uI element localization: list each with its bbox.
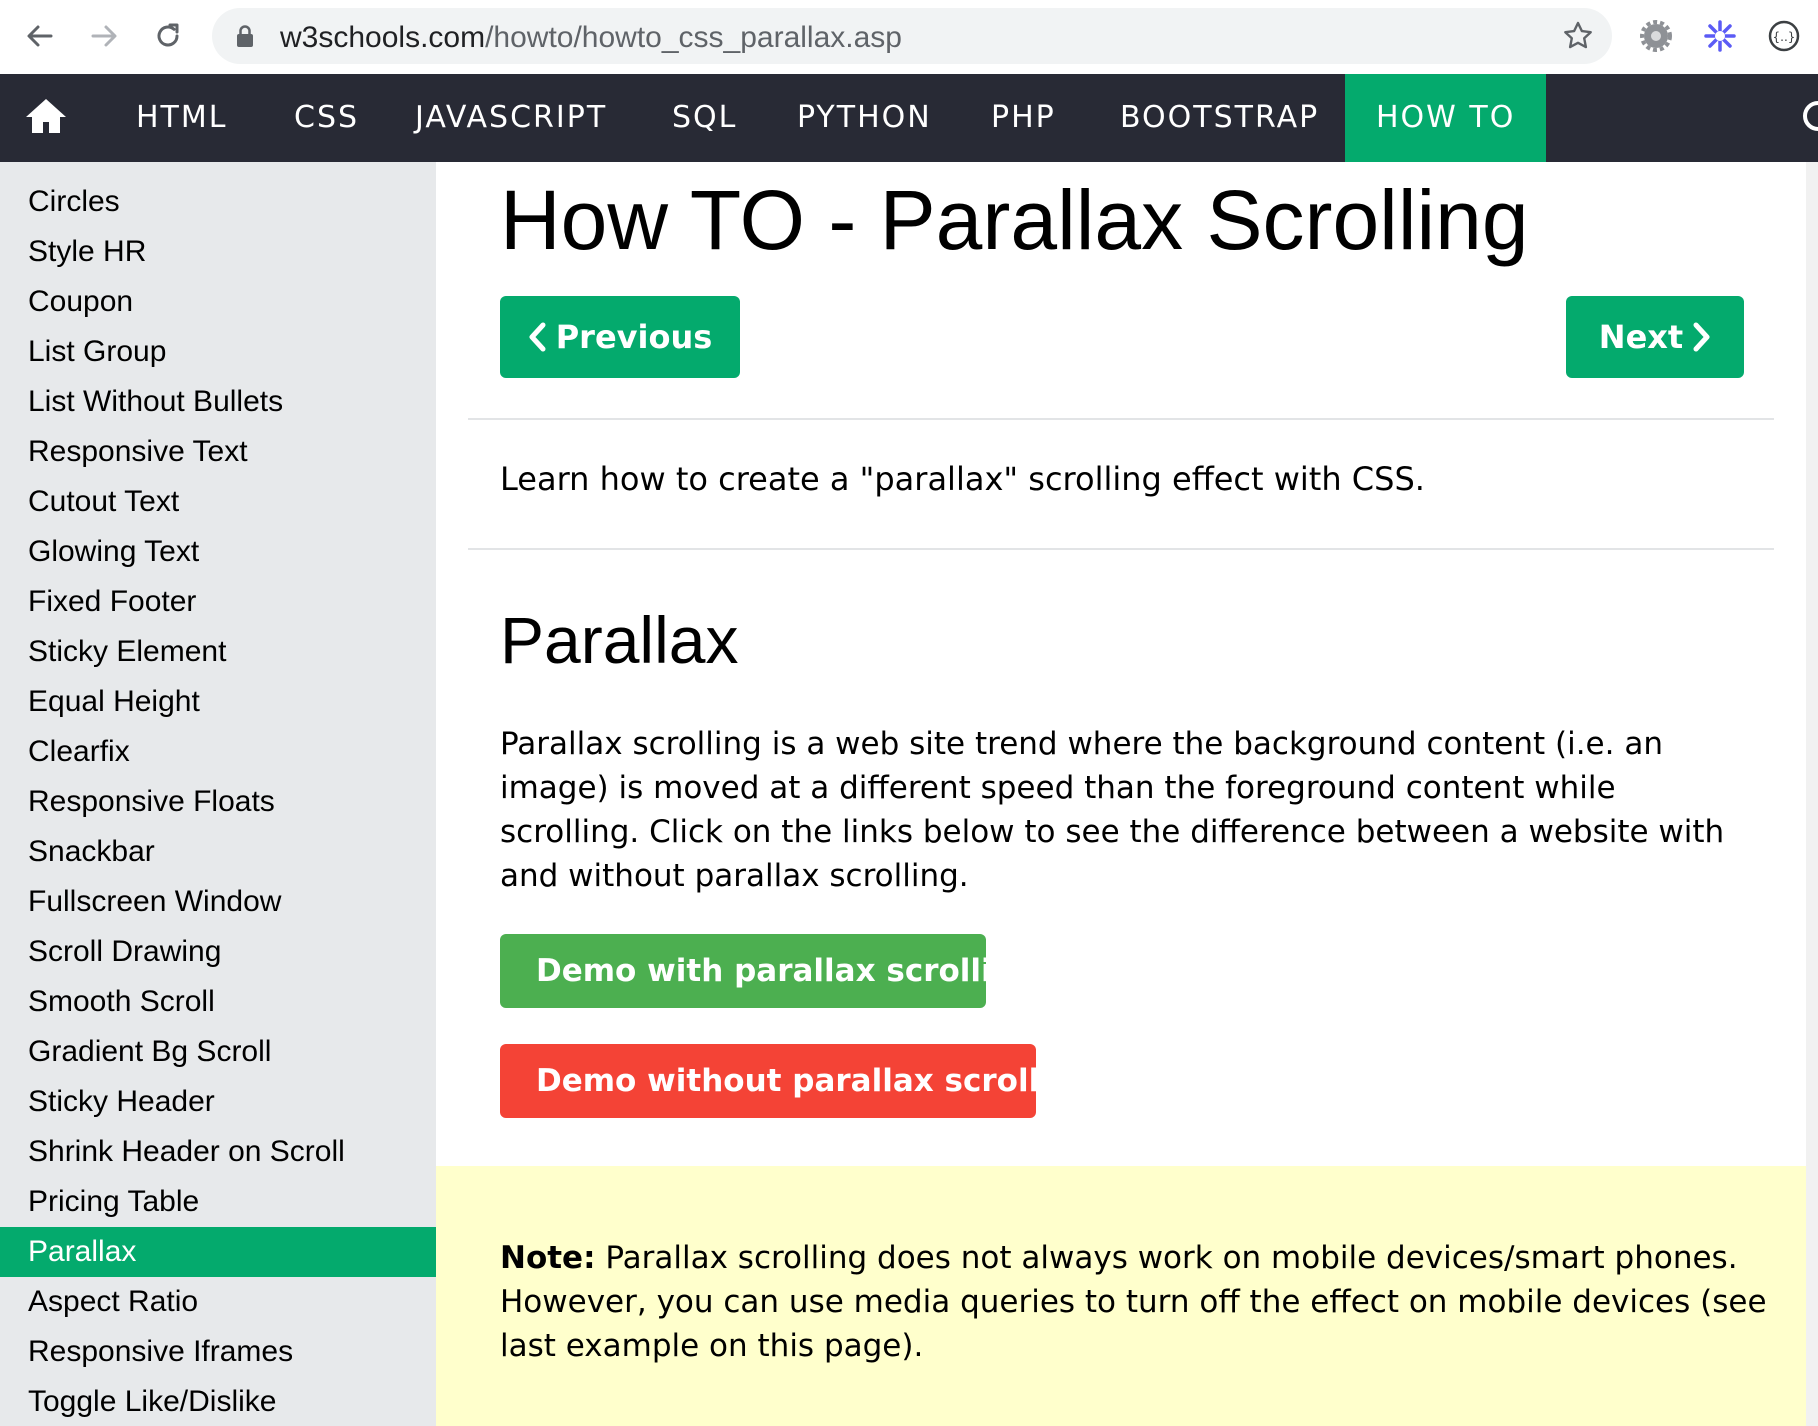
sidebar-item-coupon[interactable]: Coupon [0,277,436,327]
sidebar-item-cutout-text[interactable]: Cutout Text [0,477,436,527]
nav-sql[interactable]: SQL [672,74,737,162]
scrollbar-track[interactable] [1806,162,1818,1426]
sidebar-item-list-group[interactable]: List Group [0,327,436,377]
sidebar-item-equal-height[interactable]: Equal Height [0,677,436,727]
previous-label: Previous [555,318,713,356]
sidebar-item-fullscreen-window[interactable]: Fullscreen Window [0,877,436,927]
sidebar-item-list-without-bullets[interactable]: List Without Bullets [0,377,436,427]
nav-php[interactable]: PHP [991,74,1056,162]
forward-arrow-icon [91,25,117,47]
star-icon[interactable] [1562,20,1594,52]
home-icon[interactable] [24,96,68,136]
gear-icon [1640,20,1672,52]
sidebar-item-style-hr[interactable]: Style HR [0,227,436,277]
nav-python[interactable]: PYTHON [797,74,932,162]
forward-button[interactable] [82,14,126,58]
main-content: How TO - Parallax Scrolling Previous Nex… [436,162,1818,1426]
url-domain: w3schools.com [280,21,486,54]
chevron-right-icon [1693,322,1710,352]
sidebar-item-fixed-footer[interactable]: Fixed Footer [0,577,436,627]
sidebar-item-pricing-table[interactable]: Pricing Table [0,1177,436,1227]
sidebar-item-shrink-header-on-scroll[interactable]: Shrink Header on Scroll [0,1127,436,1177]
nav-javascript[interactable]: JAVASCRIPT [415,74,607,162]
sidebar-item-aspect-ratio[interactable]: Aspect Ratio [0,1277,436,1327]
asterisk-extension-button[interactable] [1698,14,1742,58]
json-icon: {..} [1768,20,1800,52]
search-icon[interactable] [1796,96,1818,140]
svg-text:{..}: {..} [1773,30,1796,44]
previous-button[interactable]: Previous [500,296,740,378]
sidebar-item-responsive-iframes[interactable]: Responsive Iframes [0,1327,436,1377]
url-path: /howto/howto_css_parallax.asp [485,21,902,54]
next-label: Next [1598,318,1684,356]
nav-howto[interactable]: HOW TO [1345,74,1547,162]
nav-html[interactable]: HTML [136,74,227,162]
sidebar-item-gradient-bg-scroll[interactable]: Gradient Bg Scroll [0,1027,436,1077]
section-paragraph: Parallax scrolling is a web site trend w… [500,726,1725,894]
sidebar-item-toggle-like-dislike[interactable]: Toggle Like/Dislike [0,1377,436,1426]
back-button[interactable] [18,14,62,58]
gear-extension-button[interactable] [1634,14,1678,58]
divider-top [468,418,1774,420]
sidebar-item-circles[interactable]: Circles [0,177,436,227]
json-extension-button[interactable]: {..} [1762,14,1806,58]
note-body: Parallax scrolling does not always work … [500,1240,1767,1364]
sidebar-item-scroll-drawing[interactable]: Scroll Drawing [0,927,436,977]
sidebar-item-responsive-text[interactable]: Responsive Text [0,427,436,477]
sidebar-item-sticky-header[interactable]: Sticky Header [0,1077,436,1127]
demo-without-parallax-button[interactable]: Demo without parallax scrolling [500,1044,1094,1118]
address-bar[interactable]: w3schools.com/howto/howto_css_parallax.a… [212,8,1612,64]
reload-button[interactable] [146,14,190,58]
top-navigation: HTML CSS JAVASCRIPT SQL PYTHON PHP BOOTS… [0,74,1818,162]
note-text: Note: Parallax scrolling does not always… [500,1236,1770,1368]
sidebar-item-responsive-floats[interactable]: Responsive Floats [0,777,436,827]
nav-bootstrap[interactable]: BOOTSTRAP [1120,74,1319,162]
extension-icon [1704,20,1736,52]
sidebar-item-snackbar[interactable]: Snackbar [0,827,436,877]
demo-with-parallax-button[interactable]: Demo with parallax scrolling [500,934,1036,1008]
sidebar-item-clearfix[interactable]: Clearfix [0,727,436,777]
url-text: w3schools.com/howto/howto_css_parallax.a… [280,21,902,55]
sidebar-item-glowing-text[interactable]: Glowing Text [0,527,436,577]
back-arrow-icon [27,25,53,47]
page-title: How TO - Parallax Scrolling [500,173,1529,267]
sidebar-item-parallax[interactable]: Parallax [0,1227,436,1277]
next-button[interactable]: Next [1566,296,1744,378]
intro-text: Learn how to create a "parallax" scrolli… [500,460,1425,498]
chevron-left-icon [529,322,546,352]
lock-icon [237,25,253,47]
section-title: Parallax [500,603,739,677]
reload-icon [157,23,179,47]
sidebar-item-sticky-element[interactable]: Sticky Element [0,627,436,677]
divider-bottom [468,548,1774,550]
note-label: Note: [500,1240,596,1276]
note-box: Note: Parallax scrolling does not always… [436,1166,1806,1426]
browser-toolbar: w3schools.com/howto/howto_css_parallax.a… [0,0,1818,74]
nav-css[interactable]: CSS [294,74,359,162]
sidebar-item-smooth-scroll[interactable]: Smooth Scroll [0,977,436,1027]
sidebar: Circles Style HR Coupon List Group List … [0,162,436,1426]
